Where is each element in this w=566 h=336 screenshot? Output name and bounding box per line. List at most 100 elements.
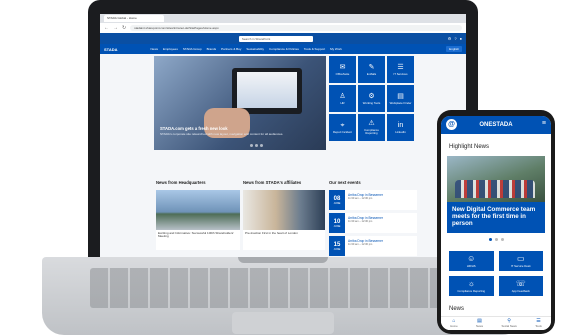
nav-item-compliance[interactable]: Compliance & Policies bbox=[269, 47, 299, 51]
news-caption: Exciting and Informative: Successful 100… bbox=[158, 231, 234, 239]
reload-icon[interactable]: ↻ bbox=[122, 25, 126, 31]
laptop-trackpad bbox=[232, 312, 334, 334]
nav-item-my-work[interactable]: My Work bbox=[330, 47, 342, 51]
avatar[interactable]: ● bbox=[460, 36, 462, 41]
section-title-affiliates: News from STADA's affiliates bbox=[243, 180, 302, 185]
nav-item-partners[interactable]: Partners & Buy bbox=[221, 47, 241, 51]
bottom-nav-label: Tools bbox=[535, 324, 542, 328]
tile-label: Compliance Reporting bbox=[364, 128, 379, 135]
page-content: STADA.com gets a fresh new look STADA's … bbox=[100, 54, 466, 257]
nav-item-sustainability[interactable]: Sustainability bbox=[246, 47, 264, 51]
event-time: 11:30 am – 12:30 pm bbox=[348, 220, 373, 223]
news-caption: Pre-Inaction First in the heart of Londo… bbox=[245, 231, 298, 235]
news-card-hq[interactable]: Exciting and Informative: Successful 100… bbox=[156, 190, 240, 250]
app-title: ONESTADA bbox=[479, 122, 513, 128]
tile-label: HR bbox=[340, 100, 345, 105]
app-logo-icon[interactable]: @ bbox=[446, 119, 457, 130]
target-icon: ⌖ bbox=[340, 121, 345, 129]
hero-dot[interactable] bbox=[250, 144, 253, 147]
main-navigation: STADA News Employees STADA Group Brands … bbox=[100, 44, 466, 54]
tile-app-feedback[interactable]: ☏ App Feedback bbox=[498, 276, 543, 296]
nav-item-tools[interactable]: Tools & Support bbox=[304, 47, 325, 51]
laptop-keyboard bbox=[90, 268, 475, 308]
bottom-nav-label: Home bbox=[450, 324, 458, 328]
event-item[interactable]: 10 JUNE Arriba Drop in Bessemer 11:30 am –… bbox=[329, 213, 417, 233]
carousel-dot[interactable] bbox=[494, 238, 498, 241]
device-mockup: STADA Global - Home ← → ↻ stadaint.share… bbox=[0, 0, 566, 336]
nav-item-news[interactable]: News bbox=[150, 47, 158, 51]
tile-label: Compliance Reporting bbox=[457, 288, 486, 293]
hero-dot[interactable] bbox=[255, 144, 258, 147]
pen-icon: ✎ bbox=[368, 63, 375, 71]
laptop-hinge bbox=[238, 257, 328, 263]
tile-label: IT Services bbox=[393, 71, 408, 76]
address-input[interactable]: stadaint.sharepoint.com/sites/intranet-d… bbox=[130, 25, 462, 31]
event-month: JUNE bbox=[333, 224, 341, 228]
tile-workplace-finder[interactable]: ▤ Workplace Finder bbox=[387, 85, 414, 112]
bottom-nav-news[interactable]: ▤ News bbox=[476, 319, 483, 329]
browser-url-bar: ← → ↻ stadaint.sharepoint.com/sites/intr… bbox=[100, 23, 466, 33]
phone-screen: @ ONESTADA ≡ Highlight News New Digital … bbox=[441, 116, 551, 330]
highlight-news-title[interactable]: New Digital Commerce team meets for the … bbox=[447, 202, 545, 233]
tile-hr-hs[interactable]: ☺ HR/HS bbox=[449, 251, 494, 271]
browser-tab[interactable]: STADA Global - Home bbox=[104, 15, 164, 22]
event-item[interactable]: 15 JUNE Arriba Drop in Bessemer 11:30 am –… bbox=[329, 236, 417, 256]
tile-compliance-reporting[interactable]: ☼ Compliance Reporting bbox=[449, 276, 494, 296]
event-month: JUNE bbox=[333, 247, 341, 251]
tile-working-tools[interactable]: ⚙ Working Tools bbox=[358, 85, 385, 112]
tile-label: E-Mails bbox=[366, 71, 377, 76]
hero-text: STADA's corporate site relaunched with n… bbox=[160, 132, 284, 136]
bottom-nav-tools[interactable]: ☰ Tools bbox=[535, 319, 542, 329]
stada-logo[interactable]: STADA bbox=[104, 47, 117, 52]
person-icon: ♙ bbox=[339, 92, 346, 100]
tile-compliance[interactable]: ⚠ Compliance Reporting bbox=[358, 114, 385, 141]
carousel-dot[interactable] bbox=[500, 238, 504, 241]
mail-icon: ✉ bbox=[339, 63, 346, 71]
sharepoint-topbar: Search in SharePoint ⚙ ? ● bbox=[100, 33, 466, 44]
menu-icon[interactable]: ≡ bbox=[542, 120, 546, 127]
monitor-icon: ▭ bbox=[516, 253, 525, 263]
event-date: 15 JUNE bbox=[329, 236, 345, 256]
grid-icon: ▤ bbox=[397, 92, 404, 100]
tile-hr[interactable]: ♙ HR bbox=[329, 85, 356, 112]
bottom-nav-home[interactable]: ⌂ Home bbox=[450, 319, 458, 329]
hero-dot[interactable] bbox=[260, 144, 263, 147]
linkedin-icon: in bbox=[397, 121, 404, 129]
nav-item-stada-group[interactable]: STADA Group bbox=[183, 47, 202, 51]
search-input[interactable]: Search in SharePoint bbox=[238, 35, 313, 42]
warning-icon: ⚠ bbox=[368, 120, 375, 127]
forward-icon[interactable]: → bbox=[113, 25, 118, 31]
nav-item-brands[interactable]: Brands bbox=[207, 47, 217, 51]
back-icon[interactable]: ← bbox=[104, 25, 109, 31]
carousel-dot[interactable] bbox=[488, 238, 492, 241]
nav-item-employees[interactable]: Employees bbox=[163, 47, 178, 51]
language-selector[interactable]: English bbox=[446, 46, 462, 52]
settings-icon[interactable]: ⚙ bbox=[448, 36, 452, 41]
tile-report-incident[interactable]: ⌖ Report Incident bbox=[329, 114, 356, 141]
bottom-nav-label: Social News bbox=[501, 324, 517, 328]
help-icon[interactable]: ? bbox=[454, 36, 456, 41]
section-title-events: Our next events bbox=[329, 180, 361, 185]
quick-links-grid: ✉ OfficeSuite ✎ E-Mails ☰ IT Services ♙ HR ⚙… bbox=[329, 56, 417, 141]
tile-officesuite[interactable]: ✉ OfficeSuite bbox=[329, 56, 356, 83]
tile-label: App Feedback bbox=[511, 288, 530, 293]
news-card-affiliate[interactable]: Pre-Inaction First in the heart of Londo… bbox=[243, 190, 325, 250]
tile-label: HR/HS bbox=[466, 263, 476, 268]
news-section-label: News bbox=[449, 306, 465, 312]
event-time: 11:30 am – 12:30 pm bbox=[348, 243, 373, 246]
list-icon: ☰ bbox=[397, 63, 404, 71]
laptop-screen: STADA Global - Home ← → ↻ stadaint.share… bbox=[100, 14, 466, 257]
section-title-hq: News from Headquarters bbox=[156, 180, 206, 185]
tile-emails[interactable]: ✎ E-Mails bbox=[358, 56, 385, 83]
tile-it-services[interactable]: ☰ IT Services bbox=[387, 56, 414, 83]
tile-it-service-desk[interactable]: ▭ IT Service Desk bbox=[498, 251, 543, 271]
app-quick-links: ☺ HR/HS ▭ IT Service Desk ☼ Compliance Repo… bbox=[441, 241, 551, 296]
tile-linkedin[interactable]: in LinkedIn bbox=[387, 114, 414, 141]
hero-banner[interactable]: STADA.com gets a fresh new look STADA's … bbox=[154, 56, 326, 150]
events-list: 08 JUNE Arriba Drop in Bessemer 11:30 am –… bbox=[329, 190, 417, 257]
bottom-nav-social[interactable]: ⚲ Social News bbox=[501, 319, 517, 329]
highlight-news-image[interactable] bbox=[447, 156, 545, 202]
event-time: 11:30 am – 12:30 pm bbox=[348, 197, 373, 200]
phone-icon: ☏ bbox=[515, 278, 526, 288]
event-item[interactable]: 08 JUNE Arriba Drop in Bessemer 11:30 am –… bbox=[329, 190, 417, 210]
